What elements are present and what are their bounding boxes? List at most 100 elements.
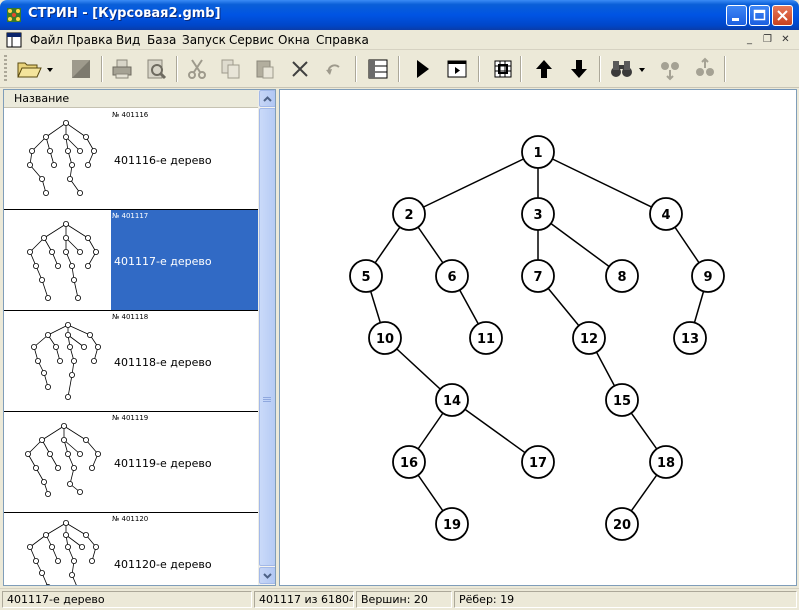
menu-run[interactable]: Запуск xyxy=(182,33,226,47)
mdi-minimize-icon[interactable]: _ xyxy=(743,34,756,46)
graph-node[interactable]: 17 xyxy=(521,445,555,479)
list-item[interactable]: № 401117 401117-е дерево xyxy=(4,210,258,311)
node-label: 20 xyxy=(613,518,631,533)
list-item[interactable]: № 401119 401119-е дерево xyxy=(4,412,258,513)
cut-button[interactable] xyxy=(183,55,211,83)
scroll-up-button[interactable] xyxy=(259,90,275,107)
toolbar-grip[interactable] xyxy=(4,55,7,83)
graph-canvas[interactable]: 1 2 3 4 5 6 7 8 9 10 11 12 13 14 15 16 17 18 19 20 xyxy=(279,89,797,586)
save-button[interactable] xyxy=(67,55,95,83)
save-icon xyxy=(72,60,90,78)
move-up-button[interactable] xyxy=(530,55,558,83)
graph-node[interactable]: 4 xyxy=(649,197,683,231)
mdi-restore-icon[interactable]: ❐ xyxy=(761,34,774,46)
graph-node[interactable]: 10 xyxy=(368,321,402,355)
graph-node[interactable]: 11 xyxy=(469,321,503,355)
find-button[interactable] xyxy=(606,55,648,83)
graph-node[interactable]: 5 xyxy=(349,259,383,293)
node-label: 13 xyxy=(681,332,699,347)
run-button[interactable] xyxy=(408,55,436,83)
tree-graph[interactable]: 12 3 45 6 7 8 910 11 12 1314 1516 17 1819 20 xyxy=(280,90,796,585)
graph-node[interactable]: 15 xyxy=(605,383,639,417)
graph-node[interactable]: 16 xyxy=(392,445,426,479)
node-label: 10 xyxy=(376,332,394,347)
graph-node[interactable]: 12 xyxy=(572,321,606,355)
close-button[interactable] xyxy=(772,5,793,26)
node-label: 16 xyxy=(400,456,418,471)
menu-file[interactable]: Файл xyxy=(30,33,63,47)
table-view-button[interactable] xyxy=(364,55,392,83)
item-number: № 401119 xyxy=(112,414,149,422)
scrollbar-thumb[interactable] xyxy=(259,108,275,566)
minimize-button[interactable] xyxy=(726,5,747,26)
graph-node[interactable]: 18 xyxy=(649,445,683,479)
menu-base[interactable]: База xyxy=(147,33,176,47)
tree-thumbnail xyxy=(30,321,102,401)
graph-node[interactable]: 6 xyxy=(435,259,469,293)
list-item[interactable]: № 401116 401116-е дерево xyxy=(4,109,258,210)
find-next-button[interactable] xyxy=(656,55,684,83)
run-window-button[interactable] xyxy=(443,55,471,83)
graph-node[interactable]: 19 xyxy=(435,507,469,541)
print-preview-button[interactable] xyxy=(142,55,170,83)
print-button[interactable] xyxy=(108,55,136,83)
printer-icon xyxy=(112,59,132,79)
delete-x-icon xyxy=(292,61,308,77)
scroll-down-button[interactable] xyxy=(259,567,275,584)
vertical-scrollbar[interactable] xyxy=(258,90,275,585)
list-column-header[interactable]: Название xyxy=(4,90,258,108)
move-down-button[interactable] xyxy=(565,55,593,83)
node-label: 5 xyxy=(361,270,370,285)
arrow-up-icon xyxy=(536,60,552,78)
menu-help[interactable]: Справка xyxy=(316,33,369,47)
node-label: 11 xyxy=(477,332,495,347)
copy-button[interactable] xyxy=(217,55,245,83)
graph-node[interactable]: 2 xyxy=(392,197,426,231)
graph-node[interactable]: 7 xyxy=(521,259,555,293)
chevron-up-icon xyxy=(263,95,272,102)
graph-node[interactable]: 13 xyxy=(673,321,707,355)
node-label: 2 xyxy=(404,208,413,223)
title-bar[interactable]: СТРИН - [Курсовая2.gmb] xyxy=(0,0,799,30)
undo-button[interactable] xyxy=(320,55,348,83)
graph-node[interactable]: 1 xyxy=(521,135,555,169)
find-down-icon xyxy=(661,62,679,81)
toolbar-separator xyxy=(355,56,357,82)
paste-button[interactable] xyxy=(251,55,279,83)
scissors-icon xyxy=(188,59,206,79)
graph-edge xyxy=(537,151,667,215)
toolbar-separator xyxy=(724,56,726,82)
print-preview-icon xyxy=(147,59,167,80)
toolbar-separator xyxy=(101,56,103,82)
list-item[interactable]: № 401118 401118-е дерево xyxy=(4,311,258,412)
find-previous-button[interactable] xyxy=(691,55,719,83)
graph-node[interactable]: 8 xyxy=(605,259,639,293)
graph-node[interactable]: 14 xyxy=(435,383,469,417)
menu-bar: Файл Правка Вид База Запуск Сервис Окна … xyxy=(0,30,799,50)
maximize-icon xyxy=(753,9,766,21)
document-icon[interactable] xyxy=(6,32,22,48)
minimize-icon xyxy=(732,18,739,21)
tree-thumbnail xyxy=(24,422,102,498)
graph-node[interactable]: 9 xyxy=(691,259,725,293)
menu-view[interactable]: Вид xyxy=(116,33,140,47)
node-label: 6 xyxy=(447,270,456,285)
menu-service[interactable]: Сервис xyxy=(229,33,274,47)
grid-plus-icon xyxy=(494,60,512,78)
mdi-close-icon[interactable]: ✕ xyxy=(779,34,792,46)
open-button[interactable] xyxy=(14,55,56,83)
scrollbar-grip xyxy=(263,397,271,403)
maximize-button[interactable] xyxy=(749,5,770,26)
node-label: 17 xyxy=(529,456,547,471)
menu-windows[interactable]: Окна xyxy=(278,33,310,47)
menu-edit[interactable]: Правка xyxy=(67,33,113,47)
toolbar-separator xyxy=(520,56,522,82)
delete-button[interactable] xyxy=(286,55,314,83)
add-graph-button[interactable] xyxy=(489,55,517,83)
graph-node[interactable]: 3 xyxy=(521,197,555,231)
tree-list-panel[interactable]: Название № 401116 401116-е дерево № 401117… xyxy=(3,89,276,586)
table-icon xyxy=(368,59,388,79)
app-icon xyxy=(7,8,21,22)
graph-node[interactable]: 20 xyxy=(605,507,639,541)
list-item[interactable]: № 401120 401120-е дерево xyxy=(4,513,258,585)
